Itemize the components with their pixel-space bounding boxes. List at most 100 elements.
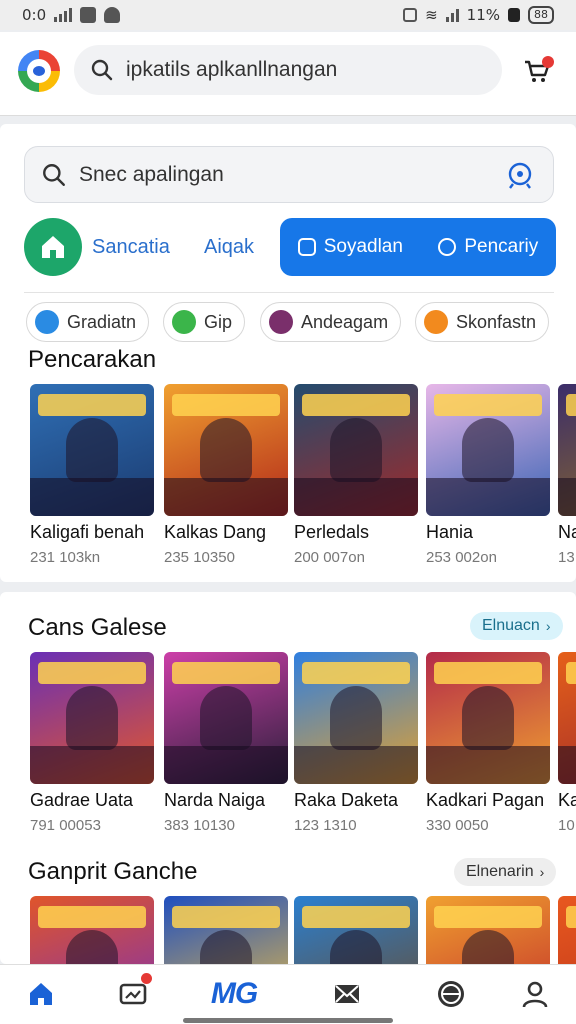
- game-card[interactable]: Hania 253 002on: [426, 384, 550, 566]
- tab-pencariy[interactable]: Pencariy: [438, 236, 538, 258]
- tab-aiqak[interactable]: Aiqak: [204, 236, 254, 259]
- games-row-3: [30, 896, 576, 964]
- game-card[interactable]: Gadrae Uata 791 00053: [30, 652, 154, 834]
- game-title: Narda Naiga: [164, 790, 266, 810]
- top-search-bar[interactable]: ipkatils aplkanllnangan: [74, 45, 502, 95]
- battery-saver-icon: [508, 8, 520, 22]
- chip-skonfastn-icon: [424, 310, 448, 334]
- game-card[interactable]: Raka Daketa 123 1310: [294, 652, 418, 834]
- game-title: Hania: [426, 522, 474, 542]
- game-thumbnail: [426, 896, 550, 964]
- chip-gip[interactable]: Gip: [163, 302, 246, 342]
- security-notification-icon: [104, 7, 121, 23]
- games-row-2: Gadrae Uata 791 00053 Narda Naiga 383 10130…: [30, 652, 576, 852]
- nav-games[interactable]: MG: [196, 977, 272, 1011]
- filter-chips: Gradiatn Gip Andeagam Skonfastn: [26, 302, 556, 342]
- game-thumbnail: [164, 384, 288, 516]
- tab-home[interactable]: [24, 218, 82, 276]
- bottom-nav: MG: [0, 964, 576, 1024]
- games-card: Cans Galese Elnuacn › Gadrae Uata 791 000…: [0, 592, 576, 964]
- game-card[interactable]: [426, 896, 550, 964]
- game-thumbnail: [30, 384, 154, 516]
- game-card[interactable]: Perledals 200 007on: [294, 384, 418, 566]
- app-logo[interactable]: [18, 50, 60, 92]
- game-thumbnail: [426, 384, 550, 516]
- game-title: Kaligafi benah: [30, 522, 145, 542]
- game-card[interactable]: Na 13: [558, 384, 576, 566]
- chip-label: Gradiatn: [67, 311, 137, 332]
- chevron-right-icon: ›: [545, 618, 551, 634]
- chip-gradiatn-icon: [35, 310, 59, 334]
- game-meta: 13: [558, 549, 575, 566]
- section-title-pencarakan: Pencarakan: [28, 346, 157, 373]
- cell-signal-icon: [445, 8, 459, 22]
- chip-label: Gip: [204, 311, 233, 332]
- game-meta: 123 1310: [294, 817, 357, 834]
- game-meta: 231 103kn: [30, 549, 101, 566]
- games-icon: MG: [210, 977, 258, 1010]
- game-thumbnail: [294, 384, 418, 516]
- mail-icon: [335, 985, 359, 1003]
- game-meta: 200 007on: [294, 549, 365, 566]
- game-card[interactable]: Kadkari Pagan 330 0050: [426, 652, 550, 834]
- top-bar: ipkatils aplkanllnangan: [0, 32, 576, 116]
- cart-button[interactable]: [522, 56, 554, 88]
- battery-percent: 11%: [466, 6, 500, 24]
- game-title: Na: [558, 522, 576, 542]
- category-tabs: Sancatia Aiqak Soyadlan Pencariy: [24, 218, 556, 278]
- game-card[interactable]: Kaligafi benah 231 103kn: [30, 384, 154, 566]
- home-icon: [30, 983, 52, 1005]
- game-thumbnail: [558, 652, 576, 784]
- app-notification-icon: [80, 7, 97, 23]
- nav-explore[interactable]: [434, 977, 468, 1011]
- nfc-icon: [403, 8, 418, 22]
- chip-label: Andeagam: [301, 311, 389, 332]
- game-card[interactable]: [558, 896, 576, 964]
- games-row-1: Kaligafi benah 231 103kn Kalkas Dang 235 10…: [30, 384, 576, 584]
- cart-badge: [542, 56, 554, 68]
- game-card[interactable]: Kalkas Dang 235 10350: [164, 384, 288, 566]
- chip-skonfastn[interactable]: Skonfastn: [415, 302, 550, 342]
- home-icon: [42, 236, 64, 258]
- explore-icon: [438, 981, 464, 1007]
- game-title: Kalkas Dang: [164, 522, 267, 542]
- see-more-button[interactable]: Elnuacn ›: [470, 612, 563, 640]
- status-right: ≋ 11% 88: [403, 6, 554, 24]
- tab-sancatia[interactable]: Sancatia: [92, 236, 170, 259]
- game-title: Perledals: [294, 522, 370, 542]
- game-title: Raka Daketa: [294, 790, 399, 810]
- nav-profile[interactable]: [518, 977, 552, 1011]
- chip-gradiatn[interactable]: Gradiatn: [26, 302, 150, 342]
- game-thumbnail: [164, 652, 288, 784]
- game-card[interactable]: [30, 896, 154, 964]
- game-card[interactable]: Narda Naiga 383 10130: [164, 652, 288, 834]
- game-thumbnail: [558, 896, 576, 964]
- signal-icon: [54, 8, 73, 22]
- game-thumbnail: [30, 896, 154, 964]
- chip-label: Skonfastn: [456, 311, 537, 332]
- chip-andeagam[interactable]: Andeagam: [260, 302, 402, 342]
- scan-icon[interactable]: [505, 160, 535, 190]
- game-meta: 330 0050: [426, 817, 489, 834]
- chip-andeagam-icon: [269, 310, 293, 334]
- game-meta: 253 002on: [426, 549, 497, 566]
- see-more-button-2[interactable]: Elnenarin ›: [454, 858, 557, 886]
- game-thumbnail: [426, 652, 550, 784]
- game-card[interactable]: [164, 896, 288, 964]
- game-card[interactable]: Ka 10: [558, 652, 576, 834]
- app-search-input[interactable]: Snec apalingan: [24, 146, 554, 203]
- chat-icon: [297, 238, 316, 256]
- game-thumbnail: [30, 652, 154, 784]
- nav-mail[interactable]: [330, 977, 364, 1011]
- game-meta: 383 10130: [164, 817, 235, 834]
- nav-messages[interactable]: [116, 973, 152, 1011]
- status-bar: 0:0 ≋ 11% 88: [0, 0, 576, 30]
- nav-home[interactable]: [24, 977, 58, 1011]
- tab-soyadlan[interactable]: Soyadlan: [297, 236, 403, 258]
- game-card[interactable]: [294, 896, 418, 964]
- search-icon: [91, 59, 113, 81]
- messages-badge: [141, 973, 152, 984]
- section-title-ganprit-ganche: Ganprit Ganche: [28, 858, 198, 885]
- status-time: 0:0: [22, 6, 47, 24]
- wifi-icon: ≋: [425, 6, 438, 24]
